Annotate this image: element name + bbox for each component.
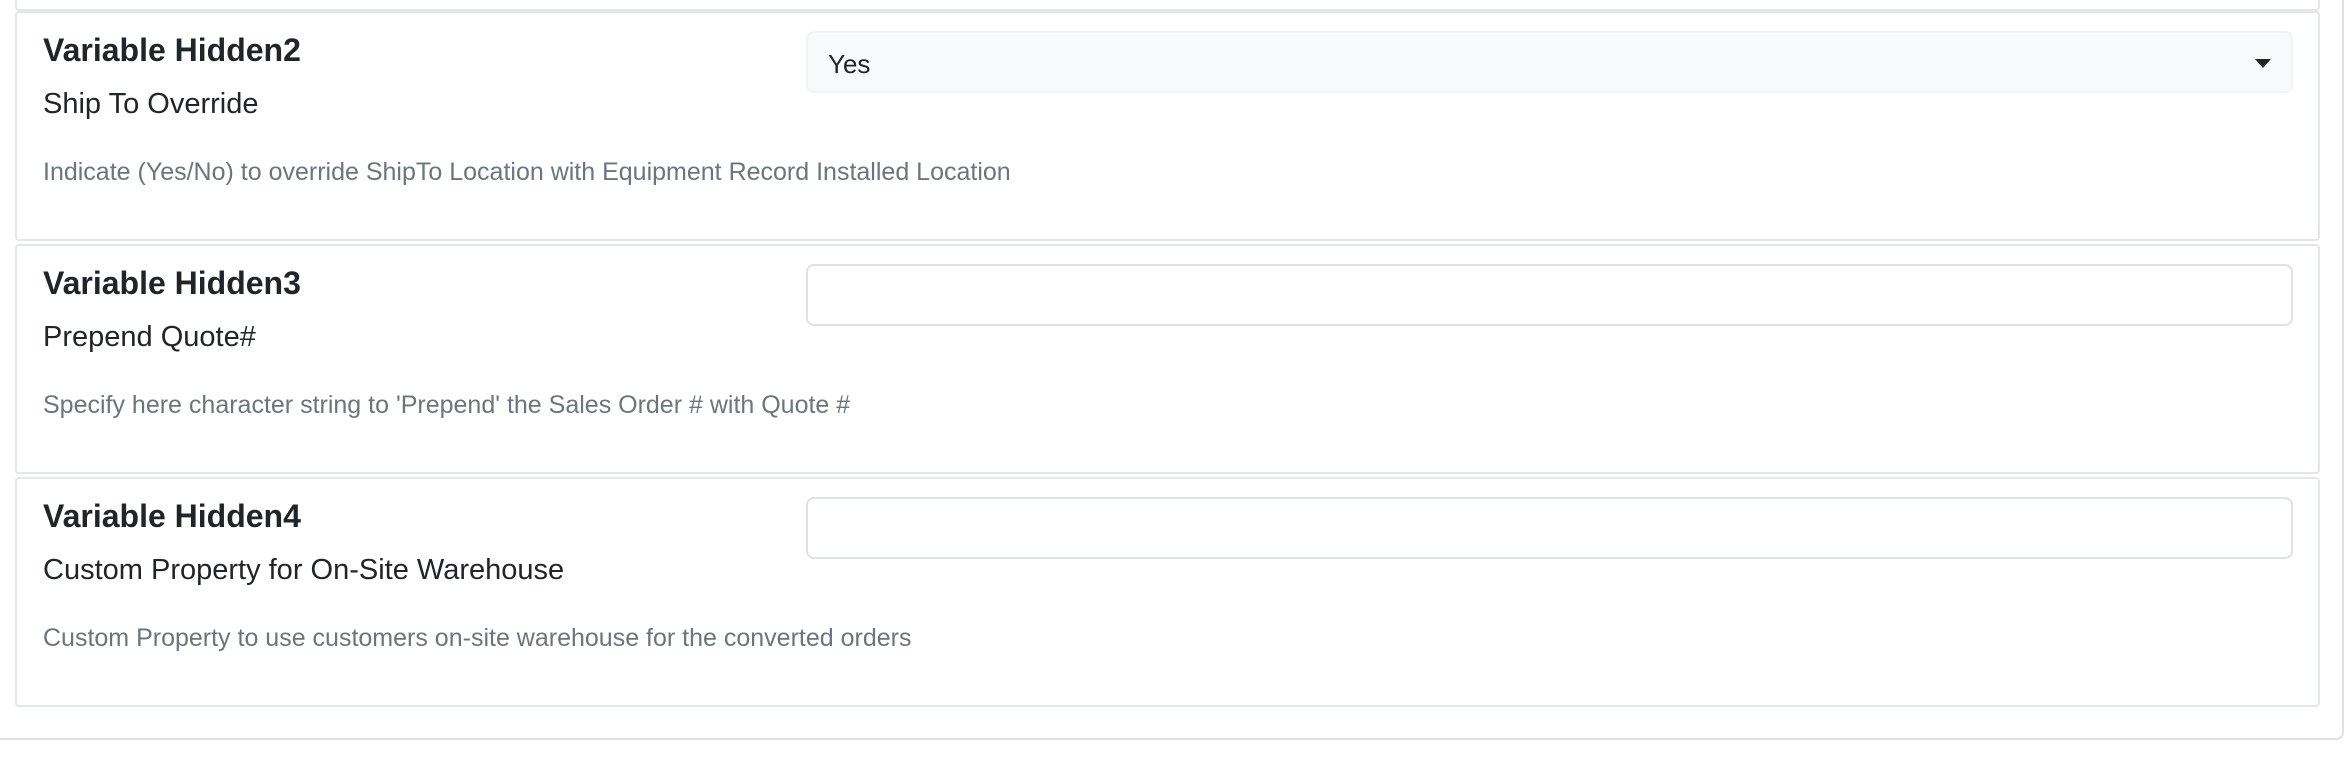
setting-card-variable-hidden4: Variable Hidden4 Custom Property for On-… bbox=[15, 477, 2320, 707]
ship-to-override-select[interactable]: Yes bbox=[806, 31, 2293, 93]
settings-panel: Variable Hidden2 Ship To Override Indica… bbox=[0, 0, 2344, 740]
previous-setting-card bbox=[15, 0, 2320, 11]
chevron-down-icon bbox=[2255, 59, 2271, 68]
setting-name: Variable Hidden2 bbox=[43, 32, 301, 68]
setting-name: Variable Hidden4 bbox=[43, 498, 301, 534]
setting-label: Prepend Quote# bbox=[43, 321, 256, 353]
setting-card-variable-hidden2: Variable Hidden2 Ship To Override Indica… bbox=[15, 11, 2320, 241]
setting-description: Specify here character string to 'Prepen… bbox=[43, 391, 851, 419]
onsite-warehouse-property-input[interactable] bbox=[806, 497, 2293, 559]
setting-label: Ship To Override bbox=[43, 88, 259, 120]
setting-name: Variable Hidden3 bbox=[43, 265, 301, 301]
setting-description: Custom Property to use customers on-site… bbox=[43, 624, 912, 652]
setting-description: Indicate (Yes/No) to override ShipTo Loc… bbox=[43, 158, 1011, 186]
setting-label: Custom Property for On-Site Warehouse bbox=[43, 554, 565, 586]
select-value: Yes bbox=[828, 49, 871, 79]
setting-card-variable-hidden3: Variable Hidden3 Prepend Quote# Specify … bbox=[15, 244, 2320, 474]
prepend-quote-input[interactable] bbox=[806, 264, 2293, 326]
